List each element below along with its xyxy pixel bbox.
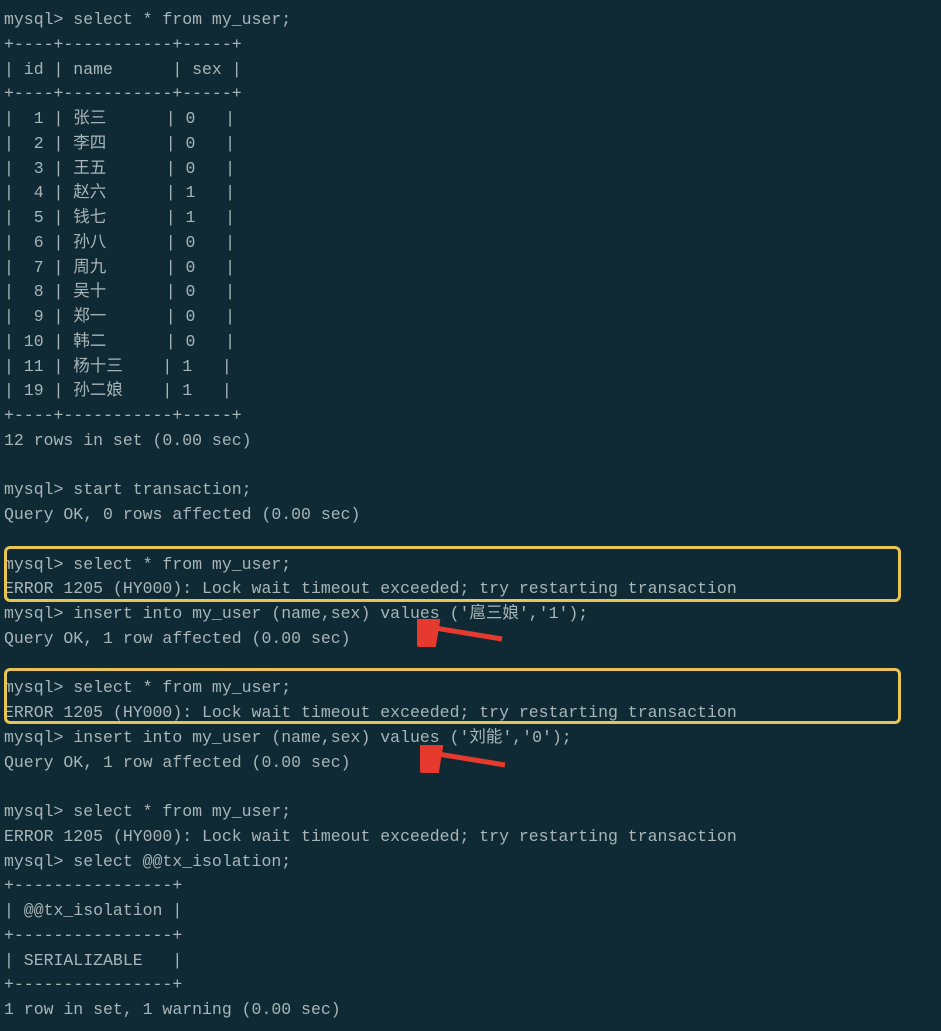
table-header: | @@tx_isolation | [4, 899, 937, 924]
table-row: | SERIALIZABLE | [4, 949, 937, 974]
table-border: +----+-----------+-----+ [4, 82, 937, 107]
sql-prompt-line: mysql> start transaction; [4, 478, 937, 503]
table-row: | 2 | 李四 | 0 | [4, 132, 937, 157]
table-row: | 10 | 韩二 | 0 | [4, 330, 937, 355]
table-row: | 19 | 孙二娘 | 1 | [4, 379, 937, 404]
query-ok: Query OK, 1 row affected (0.00 sec) [4, 627, 937, 652]
table-border: +----+-----------+-----+ [4, 33, 937, 58]
sql-prompt-line: mysql> select @@tx_isolation; [4, 850, 937, 875]
error-line: ERROR 1205 (HY000): Lock wait timeout ex… [4, 701, 937, 726]
table-row: | 6 | 孙八 | 0 | [4, 231, 937, 256]
table-row: | 4 | 赵六 | 1 | [4, 181, 937, 206]
table-border: +----------------+ [4, 924, 937, 949]
blank-line [4, 775, 937, 800]
table-row: | 7 | 周九 | 0 | [4, 256, 937, 281]
rows-in-set: 1 row in set, 1 warning (0.00 sec) [4, 998, 937, 1023]
sql-prompt-line: mysql> select * from my_user; [4, 553, 937, 578]
table-row: | 8 | 吴十 | 0 | [4, 280, 937, 305]
query-ok: Query OK, 1 row affected (0.00 sec) [4, 751, 937, 776]
table-row: | 9 | 郑一 | 0 | [4, 305, 937, 330]
table-row: | 3 | 王五 | 0 | [4, 157, 937, 182]
rows-in-set: 12 rows in set (0.00 sec) [4, 429, 937, 454]
table-row: | 11 | 杨十三 | 1 | [4, 355, 937, 380]
sql-prompt-line: mysql> insert into my_user (name,sex) va… [4, 726, 937, 751]
blank-line [4, 652, 937, 677]
sql-prompt-line: mysql> select * from my_user; [4, 800, 937, 825]
table-header: | id | name | sex | [4, 58, 937, 83]
table-border: +----------------+ [4, 874, 937, 899]
table-border: +----+-----------+-----+ [4, 404, 937, 429]
table-row: | 1 | 张三 | 0 | [4, 107, 937, 132]
sql-prompt-line: mysql> select * from my_user; [4, 8, 937, 33]
query-ok: Query OK, 0 rows affected (0.00 sec) [4, 503, 937, 528]
blank-line [4, 454, 937, 479]
sql-prompt-line: mysql> select * from my_user; [4, 676, 937, 701]
sql-prompt-line: mysql> insert into my_user (name,sex) va… [4, 602, 937, 627]
table-row: | 5 | 钱七 | 1 | [4, 206, 937, 231]
error-line: ERROR 1205 (HY000): Lock wait timeout ex… [4, 825, 937, 850]
error-line: ERROR 1205 (HY000): Lock wait timeout ex… [4, 577, 937, 602]
blank-line [4, 528, 937, 553]
table-border: +----------------+ [4, 973, 937, 998]
